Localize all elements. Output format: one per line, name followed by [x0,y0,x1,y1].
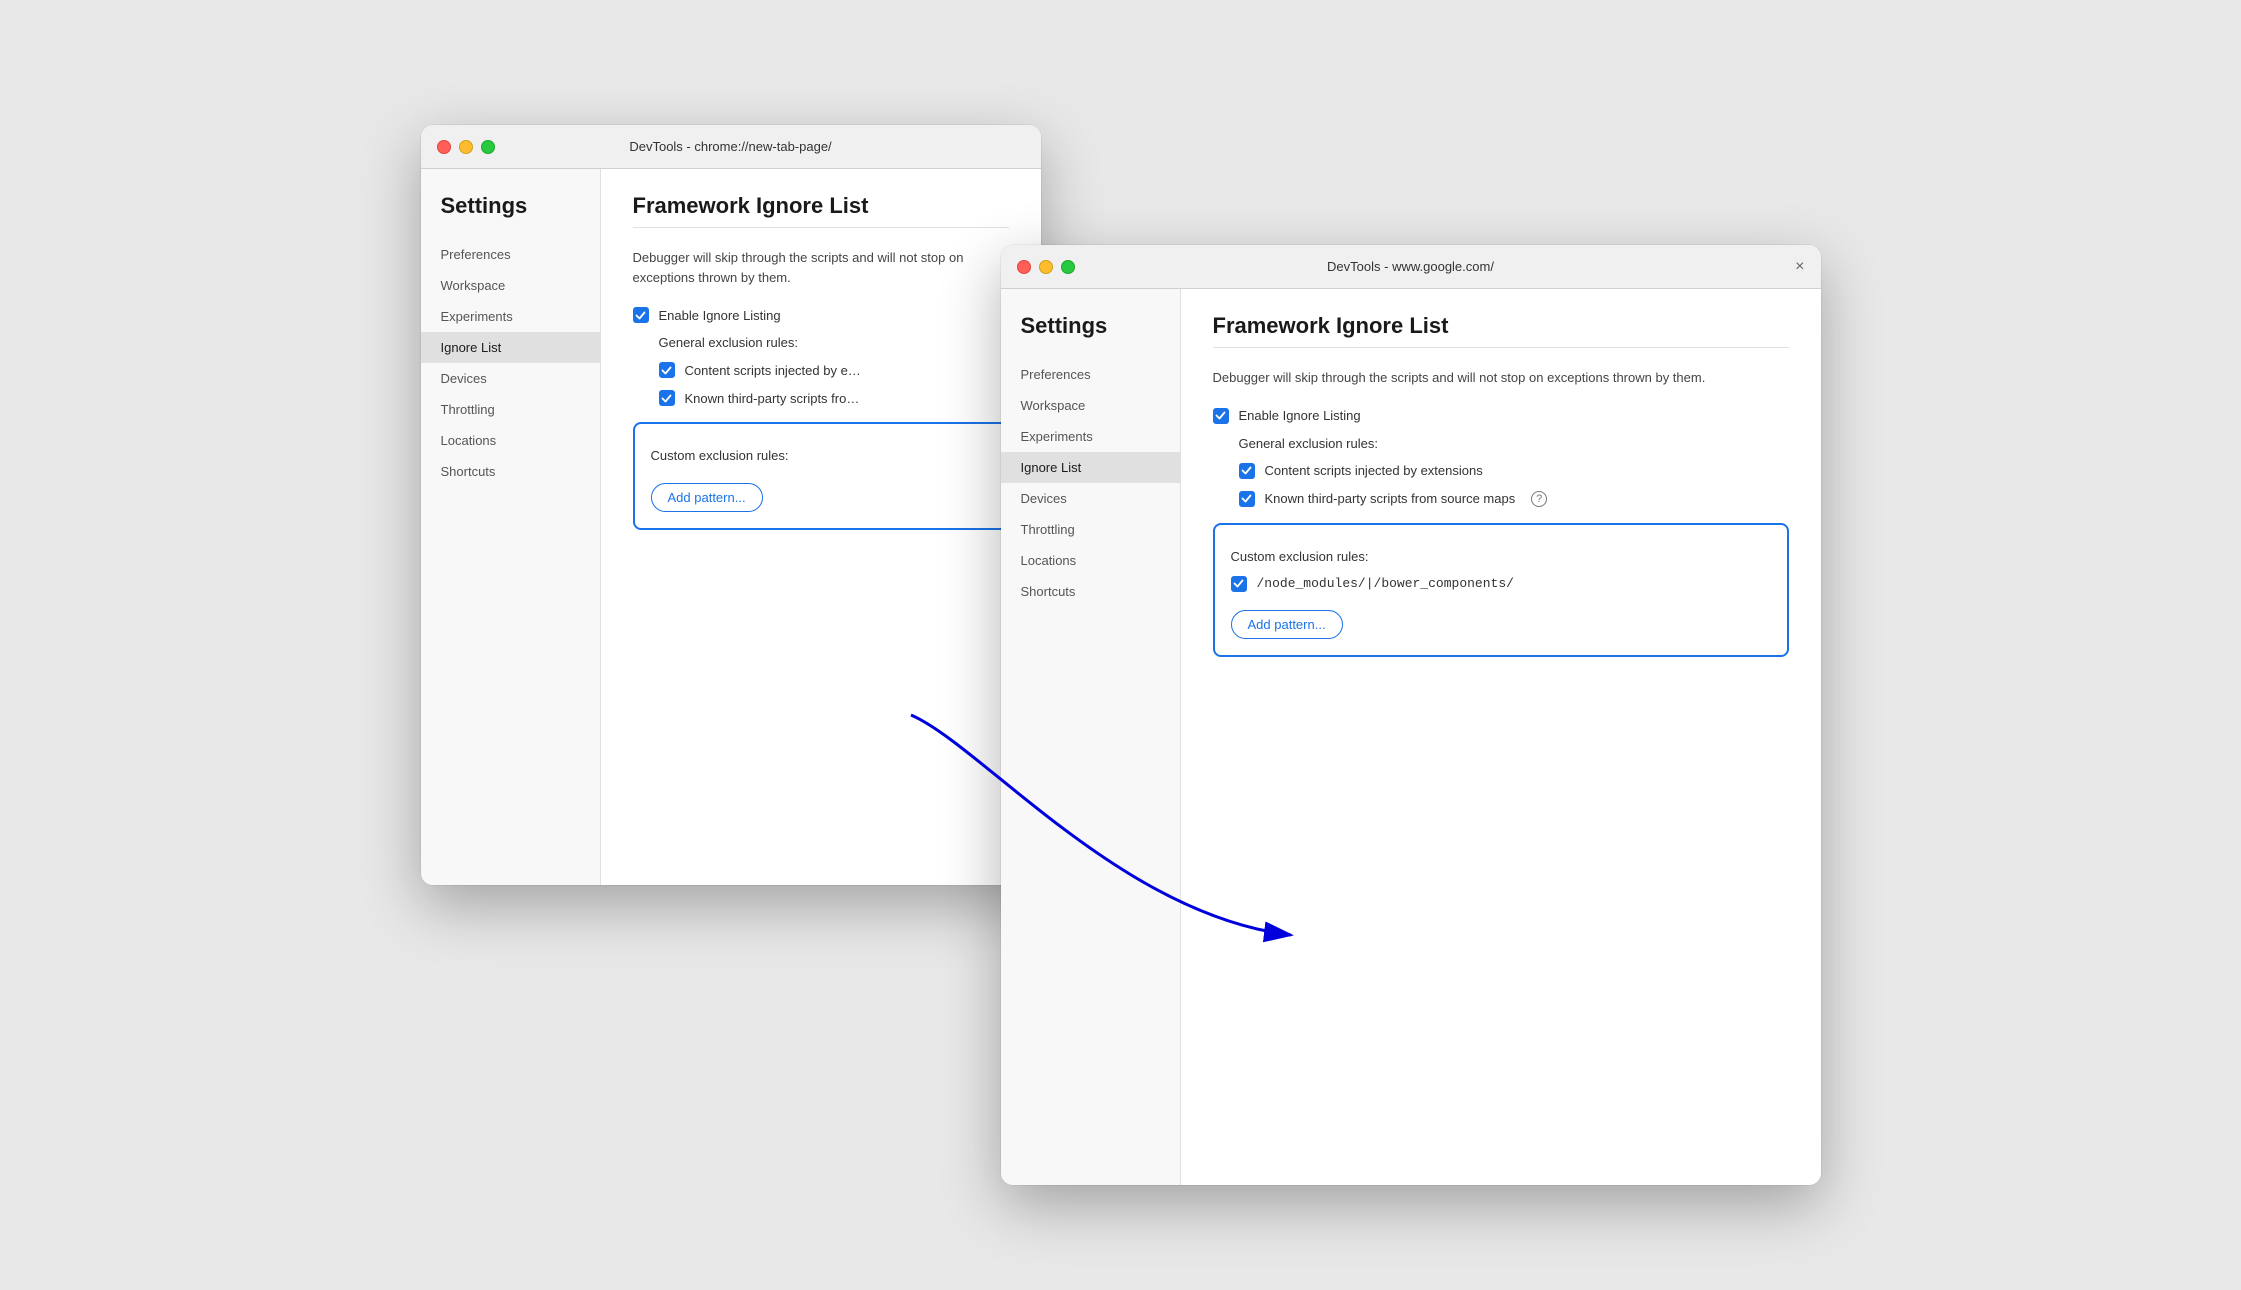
exclusion-box-back: Custom exclusion rules: Add pattern... [633,422,1009,530]
content-desc-back: Debugger will skip through the scripts a… [633,248,1009,287]
divider-back [633,227,1009,228]
sidebar-item-preferences-back[interactable]: Preferences [421,239,600,270]
sidebar-item-experiments-back[interactable]: Experiments [421,301,600,332]
maximize-button-back[interactable] [481,140,495,154]
sidebar-item-preferences-front[interactable]: Preferences [1001,359,1180,390]
sidebar-item-locations-front[interactable]: Locations [1001,545,1180,576]
titlebar-title-back: DevTools - chrome://new-tab-page/ [629,139,831,154]
sidebar-item-devices-front[interactable]: Devices [1001,483,1180,514]
sidebar-front: Settings Preferences Workspace Experimen… [1001,289,1181,1185]
add-pattern-button-front[interactable]: Add pattern... [1231,610,1343,639]
content-desc-front: Debugger will skip through the scripts a… [1213,368,1789,388]
minimize-button-front[interactable] [1039,260,1053,274]
rule1-label-front: Content scripts injected by extensions [1265,463,1483,478]
minimize-button-back[interactable] [459,140,473,154]
sidebar-item-experiments-front[interactable]: Experiments [1001,421,1180,452]
sub-section-back: General exclusion rules: Content scripts… [659,335,1009,406]
titlebar-title-front: DevTools - www.google.com/ [1327,259,1494,274]
sidebar-item-devices-back[interactable]: Devices [421,363,600,394]
content-title-front: Framework Ignore List [1213,313,1789,339]
rule1-label-back: Content scripts injected by e… [685,363,861,378]
window-front: DevTools - www.google.com/ × Settings Pr… [1001,245,1821,1185]
enable-ignore-label-back: Enable Ignore Listing [659,308,781,323]
sidebar-item-shortcuts-front[interactable]: Shortcuts [1001,576,1180,607]
sidebar-heading-back: Settings [421,193,600,239]
exclusion-box-front: Custom exclusion rules: /node_modules/|/… [1213,523,1789,657]
pattern-entry-front: /node_modules/|/bower_components/ [1231,576,1771,592]
rule2-label-back: Known third-party scripts fro… [685,391,860,406]
enable-ignore-row-front: Enable Ignore Listing [1213,408,1789,424]
pattern-text-front: /node_modules/|/bower_components/ [1257,576,1514,591]
add-pattern-button-back[interactable]: Add pattern... [651,483,763,512]
sidebar-back: Settings Preferences Workspace Experimen… [421,169,601,885]
rule1-row-front: Content scripts injected by extensions [1239,463,1789,479]
main-content-front: Framework Ignore List Debugger will skip… [1181,289,1821,1185]
enable-ignore-label-front: Enable Ignore Listing [1239,408,1361,423]
rule1-row-back: Content scripts injected by e… [659,362,1009,378]
titlebar-close-icon-front[interactable]: × [1795,259,1804,275]
rule1-checkbox-back[interactable] [659,362,675,378]
sidebar-item-ignorelist-front[interactable]: Ignore List [1001,452,1180,483]
sidebar-item-locations-back[interactable]: Locations [421,425,600,456]
custom-excl-label-front: Custom exclusion rules: [1231,549,1771,564]
sidebar-item-workspace-front[interactable]: Workspace [1001,390,1180,421]
titlebar-front: DevTools - www.google.com/ × [1001,245,1821,289]
divider-front [1213,347,1789,348]
maximize-button-front[interactable] [1061,260,1075,274]
window-body-back: Settings Preferences Workspace Experimen… [421,169,1041,885]
sidebar-item-throttling-front[interactable]: Throttling [1001,514,1180,545]
close-button-back[interactable] [437,140,451,154]
sidebar-item-workspace-back[interactable]: Workspace [421,270,600,301]
sidebar-item-shortcuts-back[interactable]: Shortcuts [421,456,600,487]
window-back: DevTools - chrome://new-tab-page/ Settin… [421,125,1041,885]
window-body-front: Settings Preferences Workspace Experimen… [1001,289,1821,1185]
rule2-label-front: Known third-party scripts from source ma… [1265,491,1516,506]
main-content-back: Framework Ignore List Debugger will skip… [601,169,1041,885]
traffic-lights-back [437,140,495,154]
custom-excl-label-back: Custom exclusion rules: [651,448,991,463]
rule2-row-front: Known third-party scripts from source ma… [1239,491,1789,507]
general-excl-label-back: General exclusion rules: [659,335,1009,350]
sub-section-front: General exclusion rules: Content scripts… [1239,436,1789,507]
rule2-row-back: Known third-party scripts fro… [659,390,1009,406]
rule2-checkbox-back[interactable] [659,390,675,406]
rule1-checkbox-front[interactable] [1239,463,1255,479]
enable-ignore-checkbox-back[interactable] [633,307,649,323]
enable-ignore-row-back: Enable Ignore Listing [633,307,1009,323]
sidebar-item-throttling-back[interactable]: Throttling [421,394,600,425]
content-title-back: Framework Ignore List [633,193,1009,219]
sidebar-heading-front: Settings [1001,313,1180,359]
enable-ignore-checkbox-front[interactable] [1213,408,1229,424]
general-excl-label-front: General exclusion rules: [1239,436,1789,451]
rule2-checkbox-front[interactable] [1239,491,1255,507]
titlebar-back: DevTools - chrome://new-tab-page/ [421,125,1041,169]
help-icon-front: ? [1531,491,1547,507]
pattern-checkbox-front[interactable] [1231,576,1247,592]
sidebar-item-ignorelist-back[interactable]: Ignore List [421,332,600,363]
traffic-lights-front [1017,260,1075,274]
close-button-front[interactable] [1017,260,1031,274]
